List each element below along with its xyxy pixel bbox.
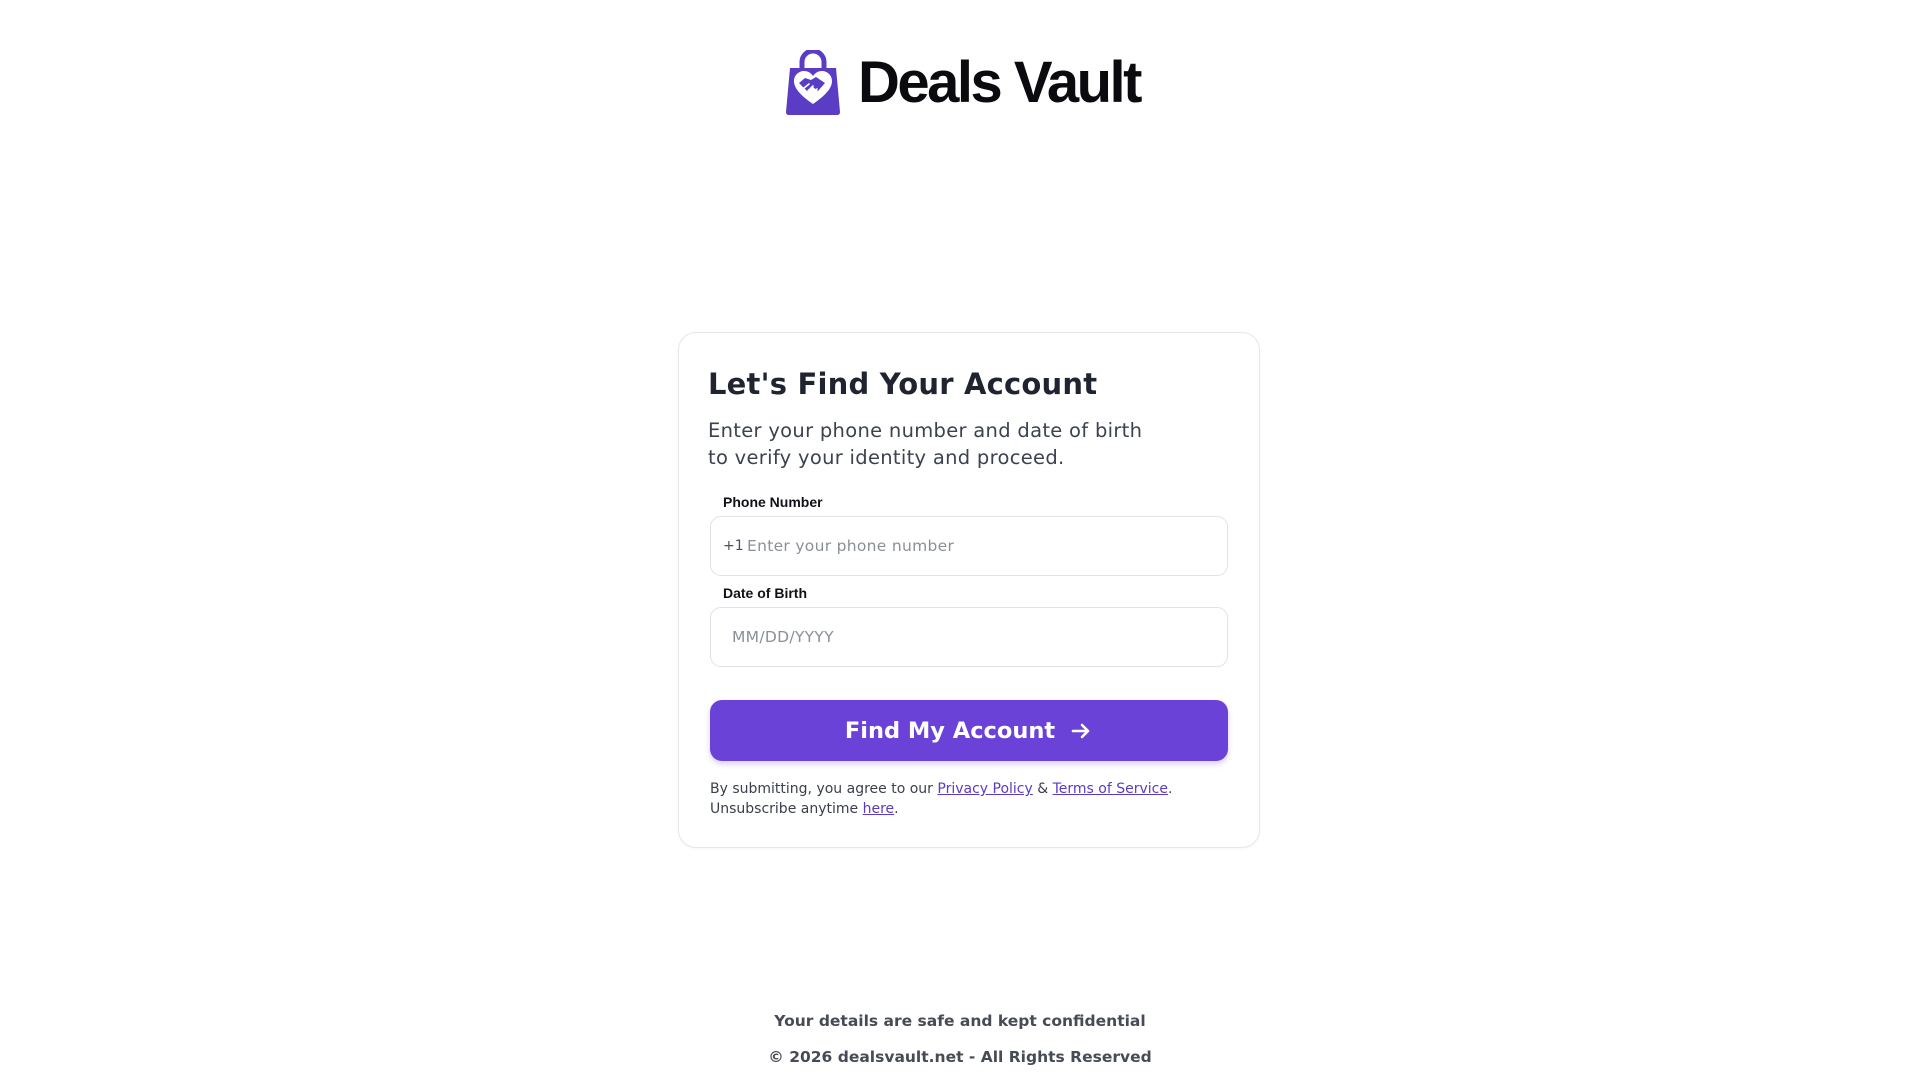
dob-field[interactable]	[710, 607, 1228, 667]
find-my-account-button[interactable]: Find My Account	[710, 700, 1228, 761]
dob-input[interactable]	[711, 608, 1227, 666]
find-my-account-label: Find My Account	[844, 717, 1056, 744]
arrow-right-icon	[1069, 719, 1093, 743]
legal-prefix: By submitting, you agree to our	[710, 781, 938, 797]
safety-note: Your details are safe and kept confident…	[774, 1012, 1146, 1030]
unsubscribe-link[interactable]: here	[863, 801, 895, 817]
card-subtitle: Enter your phone number and date of birt…	[708, 419, 1143, 469]
legal-amp: &	[1032, 781, 1053, 797]
card-title: Let's Find Your Account	[708, 367, 1098, 401]
dob-label: Date of Birth	[723, 585, 807, 601]
brand-name: Deals Vault	[858, 50, 1142, 115]
unsubscribe-prefix: Unsubscribe anytime	[710, 801, 863, 817]
legal-period-2: .	[894, 801, 899, 817]
terms-of-service-link[interactable]: Terms of Service	[1053, 781, 1168, 797]
phone-input[interactable]	[747, 517, 1227, 575]
find-account-card: Let's Find Your Account Enter your phone…	[678, 332, 1260, 848]
privacy-policy-link[interactable]: Privacy Policy	[937, 781, 1032, 797]
copyright: © 2026 dealsvault.net - All Rights Reser…	[768, 1048, 1152, 1066]
shopping-bag-handshake-icon	[780, 50, 846, 116]
legal-notice: By submitting, you agree to our Privacy …	[710, 779, 1240, 819]
legal-period-1: .	[1168, 781, 1173, 797]
phone-label: Phone Number	[723, 494, 823, 510]
country-code: +1	[723, 538, 744, 554]
brand-logo[interactable]: Deals Vault	[0, 50, 1920, 116]
phone-field[interactable]: +1	[710, 516, 1228, 576]
page: Deals Vault Let's Find Your Account Ente…	[0, 0, 1920, 1080]
